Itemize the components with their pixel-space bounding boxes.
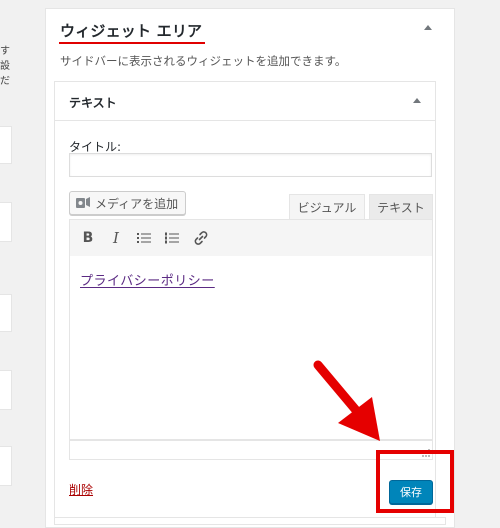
collapse-arrow-icon[interactable]	[424, 25, 432, 30]
left-widget-box[interactable]	[0, 446, 12, 486]
editor-content-link[interactable]: プライバシーポリシー	[80, 270, 215, 289]
italic-icon[interactable]: I	[106, 228, 126, 248]
red-arrow-annotation	[313, 360, 380, 441]
delete-link[interactable]: 削除	[69, 481, 93, 498]
link-icon[interactable]	[191, 228, 211, 248]
widget-area-title[interactable]: ウィジェット エリア	[60, 20, 202, 41]
left-panel-text: す 設 だ	[0, 44, 12, 89]
bulleted-list-icon[interactable]	[134, 228, 154, 248]
left-widget-box[interactable]	[0, 202, 12, 242]
text-widget-title: テキスト	[69, 96, 117, 110]
tab-visual[interactable]: ビジュアル	[289, 194, 365, 220]
numbered-list-icon[interactable]	[162, 228, 182, 248]
next-widget-edge	[54, 517, 446, 525]
save-button-highlight	[376, 450, 454, 513]
text-widget-header[interactable]: テキスト	[55, 82, 435, 121]
title-input[interactable]	[69, 153, 432, 177]
left-fragment: 設	[0, 61, 10, 72]
left-fragment: だ	[0, 76, 10, 87]
editor-toolbar: B I	[69, 219, 433, 257]
media-icon	[75, 195, 91, 211]
left-widget-box[interactable]	[0, 294, 12, 332]
widget-area-description: サイドバーに表示されるウィジェットを追加できます。	[60, 54, 347, 68]
tab-text[interactable]: テキスト	[369, 194, 433, 220]
bold-icon[interactable]: B	[78, 228, 98, 248]
left-widget-box[interactable]	[0, 126, 12, 164]
left-widget-box[interactable]	[0, 370, 12, 410]
collapse-arrow-icon[interactable]	[413, 98, 421, 103]
left-fragment: す	[0, 46, 10, 57]
title-underline-annotation	[59, 42, 205, 44]
add-media-button[interactable]: メディアを追加	[69, 191, 187, 215]
add-media-label: メディアを追加	[95, 196, 179, 211]
